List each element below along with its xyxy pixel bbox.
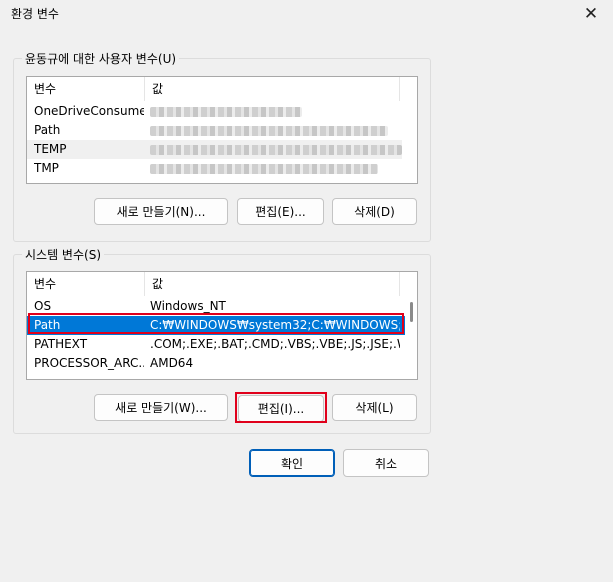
user-variables-label: 윤동규에 대한 사용자 변수(U): [22, 50, 180, 67]
user-edit-button[interactable]: 편집(E)...: [237, 198, 324, 225]
system-new-button[interactable]: 새로 만들기(W)...: [94, 394, 228, 421]
list-item[interactable]: TEMP: [27, 140, 402, 159]
variable-name: PROCESSOR_ARC...: [34, 356, 144, 370]
user-delete-button[interactable]: 삭제(D): [332, 198, 417, 225]
list-item[interactable]: OS Windows_NT: [27, 297, 405, 316]
list-item[interactable]: TMP: [27, 159, 402, 178]
variable-name: PATHEXT: [34, 337, 88, 351]
list-item[interactable]: PATHEXT .COM;.EXE;.BAT;.CMD;.VBS;.VBE;.J…: [27, 335, 405, 354]
variable-value-blurred: [150, 121, 388, 140]
column-header-value[interactable]: 값: [145, 77, 400, 101]
scrollbar-thumb[interactable]: [410, 302, 413, 322]
list-header: 변수 값: [27, 77, 417, 101]
variable-value-blurred: [150, 159, 378, 178]
variable-name: TMP: [34, 161, 59, 175]
list-item[interactable]: PROCESSOR_ARC... AMD64: [27, 354, 405, 373]
window-title: 환경 변수: [11, 7, 59, 21]
variable-value-blurred: [150, 140, 402, 159]
column-header-variable[interactable]: 변수: [27, 272, 145, 296]
close-icon[interactable]: ✕: [572, 2, 610, 26]
list-item[interactable]: OneDriveConsumer: [27, 102, 402, 121]
vertical-scrollbar[interactable]: [406, 296, 417, 379]
list-header: 변수 값: [27, 272, 417, 296]
variable-value: Windows_NT: [150, 299, 226, 313]
system-variables-list[interactable]: 변수 값 OS Windows_NT Path C:₩WINDOWS₩syste…: [26, 271, 418, 380]
variable-name: OneDriveConsumer: [34, 104, 144, 118]
list-item[interactable]: Path: [27, 121, 402, 140]
variable-name: OS: [34, 299, 52, 313]
ok-button[interactable]: 확인: [249, 449, 335, 477]
list-item-selected[interactable]: Path C:₩WINDOWS₩system32;C:₩WINDOWS;C...: [27, 316, 405, 335]
variable-value: AMD64: [150, 356, 194, 370]
system-edit-button[interactable]: 편집(I)...: [238, 395, 324, 422]
column-header-variable[interactable]: 변수: [27, 77, 145, 101]
column-header-value[interactable]: 값: [145, 272, 400, 296]
system-delete-button[interactable]: 삭제(L): [332, 394, 417, 421]
user-new-button[interactable]: 새로 만들기(N)...: [94, 198, 228, 225]
title-bar: 환경 변수 ✕: [0, 0, 613, 30]
cancel-button[interactable]: 취소: [343, 449, 429, 477]
system-variables-label: 시스템 변수(S): [22, 246, 104, 263]
variable-name: Path: [34, 318, 61, 332]
user-variables-list[interactable]: 변수 값 OneDriveConsumer Path TEMP TMP: [26, 76, 418, 184]
variable-value: C:₩WINDOWS₩system32;C:₩WINDOWS;C...: [150, 318, 400, 332]
variable-value: .COM;.EXE;.BAT;.CMD;.VBS;.VBE;.JS;.JSE;.…: [150, 337, 400, 351]
variable-value-blurred: [150, 102, 302, 121]
variable-name: TEMP: [34, 142, 67, 156]
variable-name: Path: [34, 123, 61, 137]
